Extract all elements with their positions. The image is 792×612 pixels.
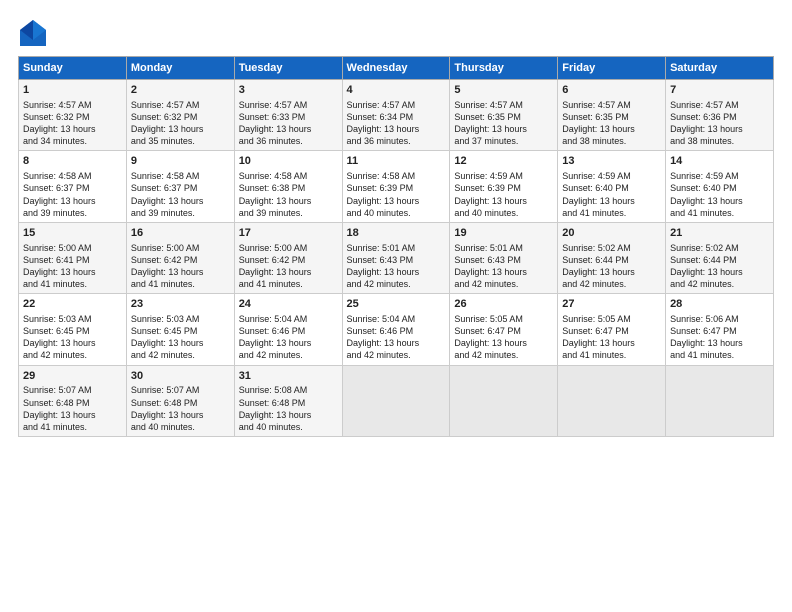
- day-cell: 31Sunrise: 5:08 AMSunset: 6:48 PMDayligh…: [234, 365, 342, 436]
- day-cell: 11Sunrise: 4:58 AMSunset: 6:39 PMDayligh…: [342, 151, 450, 222]
- day-cell: 16Sunrise: 5:00 AMSunset: 6:42 PMDayligh…: [126, 222, 234, 293]
- day-number: 22: [23, 297, 122, 312]
- header-row: SundayMondayTuesdayWednesdayThursdayFrid…: [19, 57, 774, 80]
- day-cell: 1Sunrise: 4:57 AMSunset: 6:32 PMDaylight…: [19, 80, 127, 151]
- day-number: 8: [23, 154, 122, 169]
- day-cell: [558, 365, 666, 436]
- day-number: 7: [670, 83, 769, 98]
- day-cell: 22Sunrise: 5:03 AMSunset: 6:45 PMDayligh…: [19, 294, 127, 365]
- day-number: 24: [239, 297, 338, 312]
- day-number: 19: [454, 226, 553, 241]
- day-number: 17: [239, 226, 338, 241]
- week-row-5: 29Sunrise: 5:07 AMSunset: 6:48 PMDayligh…: [19, 365, 774, 436]
- day-cell: 15Sunrise: 5:00 AMSunset: 6:41 PMDayligh…: [19, 222, 127, 293]
- day-number: 2: [131, 83, 230, 98]
- day-number: 5: [454, 83, 553, 98]
- week-row-3: 15Sunrise: 5:00 AMSunset: 6:41 PMDayligh…: [19, 222, 774, 293]
- col-header-thursday: Thursday: [450, 57, 558, 80]
- day-number: 14: [670, 154, 769, 169]
- day-cell: 20Sunrise: 5:02 AMSunset: 6:44 PMDayligh…: [558, 222, 666, 293]
- col-header-saturday: Saturday: [666, 57, 774, 80]
- day-cell: 8Sunrise: 4:58 AMSunset: 6:37 PMDaylight…: [19, 151, 127, 222]
- day-number: 30: [131, 369, 230, 384]
- day-number: 12: [454, 154, 553, 169]
- day-number: 18: [347, 226, 446, 241]
- logo: [18, 18, 52, 48]
- day-number: 6: [562, 83, 661, 98]
- calendar-table: SundayMondayTuesdayWednesdayThursdayFrid…: [18, 56, 774, 437]
- day-number: 11: [347, 154, 446, 169]
- day-cell: 26Sunrise: 5:05 AMSunset: 6:47 PMDayligh…: [450, 294, 558, 365]
- day-cell: [342, 365, 450, 436]
- day-cell: 27Sunrise: 5:05 AMSunset: 6:47 PMDayligh…: [558, 294, 666, 365]
- day-cell: 9Sunrise: 4:58 AMSunset: 6:37 PMDaylight…: [126, 151, 234, 222]
- page: SundayMondayTuesdayWednesdayThursdayFrid…: [0, 0, 792, 612]
- header: [18, 18, 774, 48]
- day-number: 20: [562, 226, 661, 241]
- day-cell: 14Sunrise: 4:59 AMSunset: 6:40 PMDayligh…: [666, 151, 774, 222]
- day-cell: 12Sunrise: 4:59 AMSunset: 6:39 PMDayligh…: [450, 151, 558, 222]
- day-number: 4: [347, 83, 446, 98]
- day-cell: 13Sunrise: 4:59 AMSunset: 6:40 PMDayligh…: [558, 151, 666, 222]
- day-number: 16: [131, 226, 230, 241]
- col-header-monday: Monday: [126, 57, 234, 80]
- day-cell: 28Sunrise: 5:06 AMSunset: 6:47 PMDayligh…: [666, 294, 774, 365]
- day-number: 26: [454, 297, 553, 312]
- day-number: 1: [23, 83, 122, 98]
- day-number: 28: [670, 297, 769, 312]
- day-cell: 7Sunrise: 4:57 AMSunset: 6:36 PMDaylight…: [666, 80, 774, 151]
- day-cell: 5Sunrise: 4:57 AMSunset: 6:35 PMDaylight…: [450, 80, 558, 151]
- day-number: 21: [670, 226, 769, 241]
- day-cell: 19Sunrise: 5:01 AMSunset: 6:43 PMDayligh…: [450, 222, 558, 293]
- day-cell: 2Sunrise: 4:57 AMSunset: 6:32 PMDaylight…: [126, 80, 234, 151]
- col-header-tuesday: Tuesday: [234, 57, 342, 80]
- day-number: 29: [23, 369, 122, 384]
- day-cell: 24Sunrise: 5:04 AMSunset: 6:46 PMDayligh…: [234, 294, 342, 365]
- day-number: 3: [239, 83, 338, 98]
- day-cell: 25Sunrise: 5:04 AMSunset: 6:46 PMDayligh…: [342, 294, 450, 365]
- week-row-1: 1Sunrise: 4:57 AMSunset: 6:32 PMDaylight…: [19, 80, 774, 151]
- col-header-sunday: Sunday: [19, 57, 127, 80]
- day-number: 9: [131, 154, 230, 169]
- day-number: 23: [131, 297, 230, 312]
- day-cell: 6Sunrise: 4:57 AMSunset: 6:35 PMDaylight…: [558, 80, 666, 151]
- logo-icon: [18, 18, 48, 48]
- day-cell: 21Sunrise: 5:02 AMSunset: 6:44 PMDayligh…: [666, 222, 774, 293]
- week-row-4: 22Sunrise: 5:03 AMSunset: 6:45 PMDayligh…: [19, 294, 774, 365]
- day-cell: [450, 365, 558, 436]
- week-row-2: 8Sunrise: 4:58 AMSunset: 6:37 PMDaylight…: [19, 151, 774, 222]
- day-number: 25: [347, 297, 446, 312]
- day-number: 10: [239, 154, 338, 169]
- day-cell: 30Sunrise: 5:07 AMSunset: 6:48 PMDayligh…: [126, 365, 234, 436]
- day-cell: 4Sunrise: 4:57 AMSunset: 6:34 PMDaylight…: [342, 80, 450, 151]
- col-header-wednesday: Wednesday: [342, 57, 450, 80]
- day-number: 27: [562, 297, 661, 312]
- day-cell: 10Sunrise: 4:58 AMSunset: 6:38 PMDayligh…: [234, 151, 342, 222]
- col-header-friday: Friday: [558, 57, 666, 80]
- day-number: 31: [239, 369, 338, 384]
- day-number: 15: [23, 226, 122, 241]
- day-number: 13: [562, 154, 661, 169]
- day-cell: 29Sunrise: 5:07 AMSunset: 6:48 PMDayligh…: [19, 365, 127, 436]
- day-cell: 18Sunrise: 5:01 AMSunset: 6:43 PMDayligh…: [342, 222, 450, 293]
- day-cell: 23Sunrise: 5:03 AMSunset: 6:45 PMDayligh…: [126, 294, 234, 365]
- day-cell: 17Sunrise: 5:00 AMSunset: 6:42 PMDayligh…: [234, 222, 342, 293]
- day-cell: 3Sunrise: 4:57 AMSunset: 6:33 PMDaylight…: [234, 80, 342, 151]
- day-cell: [666, 365, 774, 436]
